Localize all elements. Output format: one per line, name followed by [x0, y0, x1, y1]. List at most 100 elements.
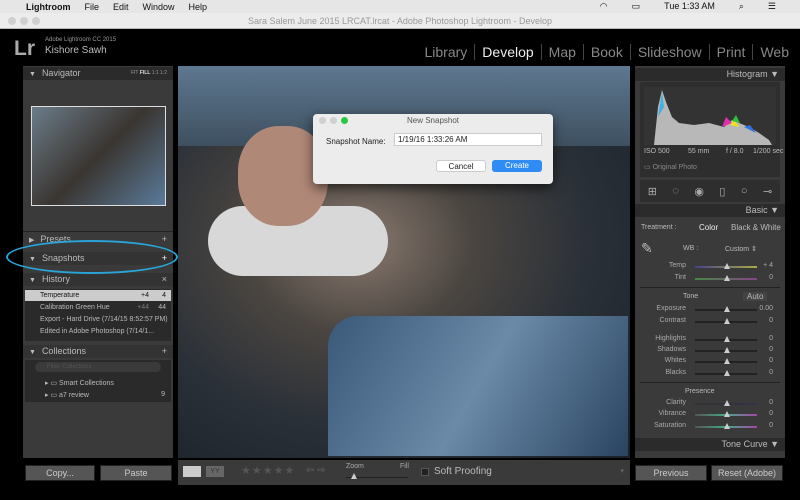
zoom-window-button[interactable]	[32, 17, 40, 25]
vibrance-value[interactable]: 0	[769, 410, 773, 417]
cancel-button[interactable]: Cancel	[436, 160, 486, 172]
radial-filter-icon[interactable]: ○	[741, 185, 748, 197]
menu-window[interactable]: Window	[143, 2, 175, 12]
window-title: Sara Salem June 2015 LRCAT.lrcat - Adobe…	[247, 16, 552, 26]
history-item[interactable]: Export - Hard Drive (7/14/15 8:52:57 PM)	[40, 316, 168, 323]
zoom-slider[interactable]	[346, 473, 408, 479]
exposure-value[interactable]: 0.00	[759, 305, 773, 312]
module-slideshow[interactable]: Slideshow	[629, 44, 709, 60]
basic-header[interactable]: Basic ▼	[635, 204, 785, 217]
module-web[interactable]: Web	[752, 44, 796, 60]
blacks-slider[interactable]	[695, 370, 757, 376]
crop-tool-icon[interactable]: ⊞	[648, 185, 657, 198]
zoom-1-2[interactable]: 1:2	[160, 70, 167, 76]
toolbar-menu-icon[interactable]: ▾	[620, 467, 624, 475]
navigator-header[interactable]: ▼ Navigator FIT FILL 1:1 1:2	[23, 67, 173, 80]
menu-help[interactable]: Help	[189, 2, 208, 12]
snapshot-name-input[interactable]: 1/19/16 1:33:26 AM	[394, 133, 542, 146]
clarity-value[interactable]: 0	[769, 399, 773, 406]
highlights-slider-handle[interactable]	[724, 336, 730, 342]
clarity-slider[interactable]	[695, 400, 757, 406]
collections-header[interactable]: ▼ Collections +	[23, 345, 173, 358]
adjustment-brush-icon[interactable]: ⊸	[763, 185, 772, 198]
graduated-filter-icon[interactable]: ▯	[719, 185, 725, 198]
clock[interactable]: Tue 1:33 AM	[664, 1, 715, 12]
collection-item[interactable]: ▸ ▭ Smart Collections	[45, 379, 114, 387]
histogram-graph[interactable]	[644, 87, 776, 145]
whites-value[interactable]: 0	[769, 357, 773, 364]
contrast-value[interactable]: 0	[769, 317, 773, 324]
shadows-slider[interactable]	[695, 347, 757, 353]
search-icon[interactable]: ⌕	[739, 1, 744, 12]
vibrance-slider-handle[interactable]	[724, 411, 730, 417]
zoom-1-1[interactable]: 1:1	[152, 70, 159, 76]
exposure-slider-handle[interactable]	[724, 306, 730, 312]
battery-icon[interactable]: ▭	[632, 1, 641, 12]
before-after-button[interactable]: YY	[206, 466, 224, 477]
collections-search-input[interactable]: Filter Collections	[35, 362, 161, 372]
collection-item[interactable]: ▸ ▭ a7 review 9	[45, 391, 165, 399]
history-header[interactable]: ▼ History ×	[23, 273, 173, 286]
contrast-slider-handle[interactable]	[724, 318, 730, 324]
clear-history-icon[interactable]: ×	[162, 273, 167, 286]
create-button[interactable]: Create	[492, 160, 542, 172]
previous-button[interactable]: Previous	[635, 465, 707, 481]
highlights-slider[interactable]	[695, 336, 757, 342]
paste-button[interactable]: Paste	[100, 465, 172, 481]
add-collection-icon[interactable]: +	[162, 345, 167, 358]
temp-slider[interactable]	[695, 263, 757, 269]
saturation-slider[interactable]	[695, 423, 757, 429]
prev-next-arrows[interactable]: ⇦ ⇨	[306, 465, 326, 476]
reset-button[interactable]: Reset (Adobe)	[711, 465, 783, 481]
minimize-window-button[interactable]	[20, 17, 28, 25]
treatment-color[interactable]: Color	[699, 223, 718, 232]
red-eye-icon[interactable]: ◉	[694, 185, 704, 198]
wb-dropdown[interactable]: Custom ⇕	[725, 245, 757, 253]
exposure-slider[interactable]	[695, 306, 757, 312]
zoom-fill[interactable]: FILL	[140, 70, 151, 76]
module-develop[interactable]: Develop	[474, 44, 540, 60]
tone-curve-header[interactable]: Tone Curve ▼	[635, 438, 785, 451]
zoom-fit[interactable]: FIT	[131, 70, 138, 76]
module-book[interactable]: Book	[582, 44, 630, 60]
history-item[interactable]: Edited in Adobe Photoshop (7/14/1...	[40, 328, 154, 335]
rating-stars[interactable]: ★★★★★	[241, 464, 295, 477]
contrast-slider[interactable]	[695, 318, 757, 324]
highlights-value[interactable]: 0	[769, 335, 773, 342]
exposure-label: Exposure	[656, 305, 686, 312]
wb-eyedropper-icon[interactable]: ✎	[641, 240, 653, 257]
clarity-slider-handle[interactable]	[724, 400, 730, 406]
histogram-header[interactable]: Histogram ▼	[635, 68, 785, 81]
menu-lightroom[interactable]: Lightroom	[26, 2, 71, 12]
shadows-value[interactable]: 0	[769, 346, 773, 353]
tint-slider[interactable]	[695, 275, 757, 281]
navigator-thumbnail[interactable]	[31, 106, 166, 206]
history-item[interactable]: Temperature +4 4	[25, 290, 171, 301]
saturation-slider-handle[interactable]	[724, 423, 730, 429]
history-item[interactable]: Calibration Green Hue +44 44	[40, 304, 171, 311]
original-photo-toggle[interactable]: ▭ Original Photo	[644, 163, 697, 171]
blacks-value[interactable]: 0	[769, 369, 773, 376]
copy-button[interactable]: Copy...	[25, 465, 95, 481]
temp-value[interactable]: + 4	[763, 262, 773, 269]
menu-edit[interactable]: Edit	[113, 2, 129, 12]
spot-removal-icon[interactable]: ◌	[672, 185, 679, 197]
loupe-view-button[interactable]	[183, 466, 201, 477]
wifi-icon[interactable]: ◠	[600, 1, 608, 12]
module-print[interactable]: Print	[708, 44, 753, 60]
auto-tone-button[interactable]: Auto	[743, 292, 768, 301]
notification-icon[interactable]: ☰	[768, 1, 776, 12]
close-window-button[interactable]	[8, 17, 16, 25]
treatment-bw[interactable]: Black & White	[731, 223, 781, 232]
soft-proofing-checkbox[interactable]	[421, 468, 429, 476]
blacks-slider-handle[interactable]	[724, 370, 730, 376]
tint-value[interactable]: 0	[769, 274, 773, 281]
module-map[interactable]: Map	[540, 44, 583, 60]
shadows-slider-handle[interactable]	[724, 347, 730, 353]
menu-file[interactable]: File	[85, 2, 100, 12]
saturation-value[interactable]: 0	[769, 422, 773, 429]
whites-slider-handle[interactable]	[724, 358, 730, 364]
vibrance-slider[interactable]	[695, 411, 757, 417]
module-library[interactable]: Library	[418, 44, 475, 60]
whites-slider[interactable]	[695, 358, 757, 364]
